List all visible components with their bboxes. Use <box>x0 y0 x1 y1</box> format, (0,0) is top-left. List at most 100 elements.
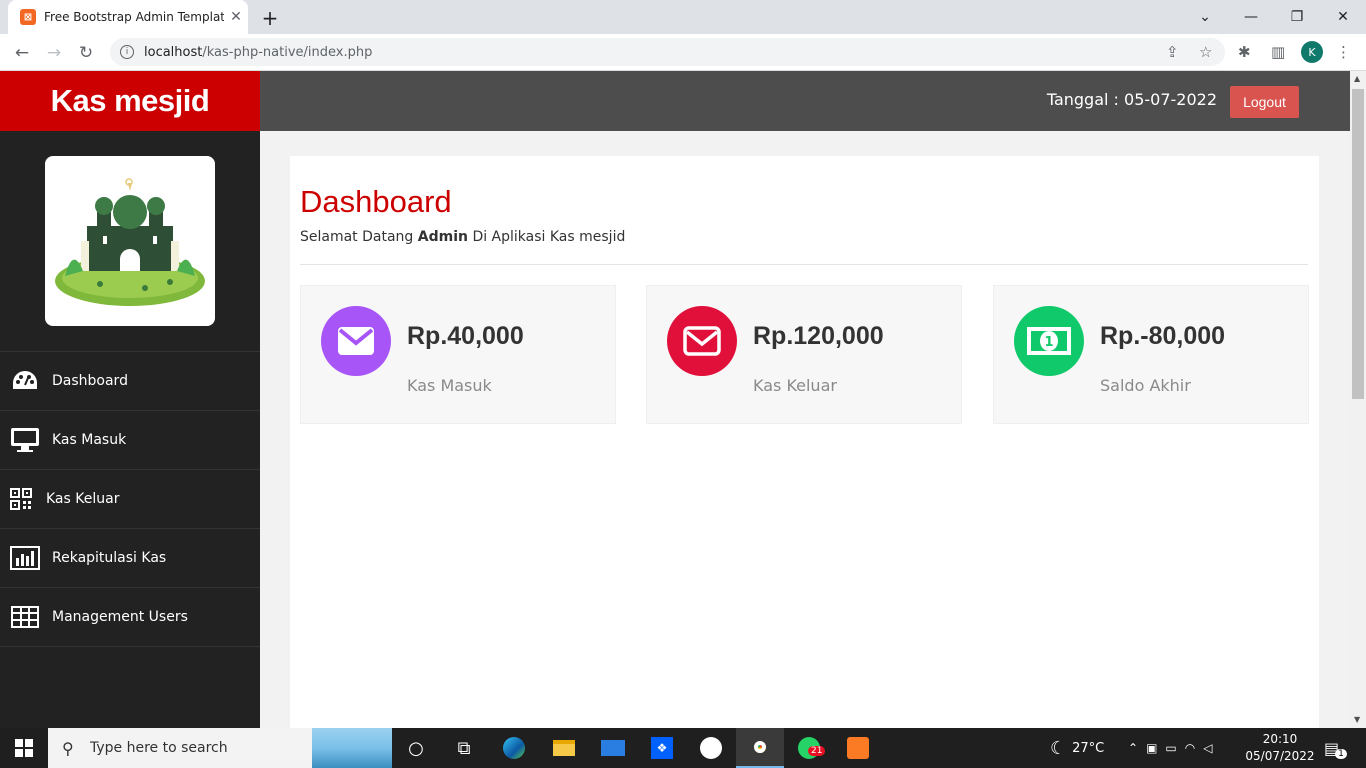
windows-taskbar: ⚲ Type here to search ○ ⧉ ❖ 21 ☾ 27°C ⌃ ▣… <box>0 728 1366 768</box>
minimize-icon[interactable]: — <box>1228 0 1274 34</box>
edge-icon[interactable] <box>490 728 538 768</box>
url-host: localhost <box>144 44 203 60</box>
wifi-icon[interactable]: ◠ <box>1185 741 1203 755</box>
taskbar-clock[interactable]: 20:10 05/07/2022 <box>1240 731 1320 765</box>
qrcode-icon <box>10 486 32 512</box>
weather-icon: ☾ <box>1050 737 1067 759</box>
whatsapp-badge: 21 <box>808 746 826 756</box>
notification-count: 1 <box>1335 749 1347 759</box>
desktop-icon <box>10 427 40 453</box>
money-icon: 1 <box>1014 306 1084 376</box>
tab-search-chevron-icon[interactable]: ⌄ <box>1182 0 1228 34</box>
card-amount: Rp.-80,000 <box>1100 322 1226 350</box>
welcome-text: Selamat Datang Admin Di Aplikasi Kas mes… <box>300 229 625 245</box>
page-title: Dashboard <box>300 184 452 219</box>
divider <box>300 264 1308 265</box>
app-hexagon-icon[interactable] <box>687 728 735 768</box>
restore-icon[interactable]: ❐ <box>1274 0 1320 34</box>
volume-icon[interactable]: ◁ <box>1203 741 1220 755</box>
taskbar-search[interactable]: ⚲ Type here to search <box>48 728 392 768</box>
search-placeholder: Type here to search <box>90 740 228 756</box>
file-explorer-icon[interactable] <box>540 728 588 768</box>
sidebar-item-label: Management Users <box>52 609 188 625</box>
page-scrollbar[interactable]: ▲ ▼ <box>1350 71 1366 728</box>
card-kas-masuk: Rp.40,000 Kas Masuk <box>300 285 616 424</box>
dropbox-icon[interactable]: ❖ <box>638 728 686 768</box>
card-label: Kas Masuk <box>407 376 492 395</box>
scroll-down-icon[interactable]: ▼ <box>1354 715 1360 724</box>
task-view-icon[interactable]: ⧉ <box>440 728 488 768</box>
browser-toolbar: ← → ↻ i localhost/kas-php-native/index.p… <box>0 34 1366 71</box>
mosque-logo <box>45 156 215 326</box>
brand-title[interactable]: Kas mesjid <box>0 71 260 131</box>
whatsapp-icon[interactable]: 21 <box>785 728 833 768</box>
top-navbar: Tanggal : 05-07-2022 Logout <box>260 71 1350 131</box>
browser-tab[interactable]: ⊠ Free Bootstrap Admin Template : ✕ <box>8 0 248 34</box>
mail-icon[interactable] <box>589 728 637 768</box>
sidebar-item-label: Dashboard <box>52 373 128 389</box>
clock-date: 05/07/2022 <box>1245 749 1315 763</box>
browser-menu-icon[interactable]: ⋮ <box>1336 43 1351 61</box>
bar-chart-icon <box>10 545 40 571</box>
card-label: Saldo Akhir <box>1100 376 1191 395</box>
browser-tab-strip: ⊠ Free Bootstrap Admin Template : ✕ + ⌄ … <box>0 0 1366 34</box>
windows-start-icon[interactable] <box>0 728 48 768</box>
card-kas-keluar: Rp.120,000 Kas Keluar <box>646 285 962 424</box>
welcome-user: Admin <box>417 229 468 245</box>
card-amount: Rp.40,000 <box>407 322 524 350</box>
welcome-prefix: Selamat Datang <box>300 229 414 245</box>
logout-button[interactable]: Logout <box>1230 86 1299 118</box>
forward-icon[interactable]: → <box>41 40 67 66</box>
weather-temp: 27°C <box>1072 740 1105 756</box>
address-bar[interactable]: i localhost/kas-php-native/index.php <box>110 38 1225 66</box>
weather-widget[interactable]: ☾ 27°C <box>1050 728 1104 768</box>
site-info-icon[interactable]: i <box>120 45 134 59</box>
sidebar-item-label: Rekapitulasi Kas <box>52 550 167 566</box>
sidebar-item-kas-keluar[interactable]: Kas Keluar <box>0 470 260 529</box>
new-tab-icon[interactable]: + <box>258 6 282 30</box>
system-tray-icons[interactable]: ⌃ ▣ ▭ ◠ ◁ <box>1128 728 1220 768</box>
scrollbar-thumb[interactable] <box>1352 89 1364 399</box>
sidebar-item-rekapitulasi[interactable]: Rekapitulasi Kas <box>0 529 260 588</box>
window-close-icon[interactable]: ✕ <box>1320 0 1366 34</box>
app-viewport: Kas mesjid Tanggal : 05-07-2022 Logout D… <box>0 71 1350 728</box>
sidebar-item-dashboard[interactable]: Dashboard <box>0 352 260 411</box>
search-icon: ⚲ <box>62 738 74 758</box>
sidebar-item-management-users[interactable]: Management Users <box>0 588 260 647</box>
card-saldo-akhir: 1 Rp.-80,000 Saldo Akhir <box>993 285 1309 424</box>
scroll-up-icon[interactable]: ▲ <box>1354 74 1360 83</box>
dashboard-panel: Dashboard Selamat Datang Admin Di Aplika… <box>290 156 1319 728</box>
card-amount: Rp.120,000 <box>753 322 884 350</box>
back-icon[interactable]: ← <box>9 40 35 66</box>
meet-icon[interactable]: ▣ <box>1146 741 1165 755</box>
welcome-suffix: Di Aplikasi Kas mesjid <box>472 229 626 245</box>
tab-close-icon[interactable]: ✕ <box>224 9 248 25</box>
chrome-icon[interactable] <box>736 728 784 768</box>
dashboard-icon <box>10 368 40 394</box>
clock-time: 20:10 <box>1262 732 1298 746</box>
side-panel-icon[interactable]: ▥ <box>1271 43 1285 61</box>
search-highlight-image <box>312 728 392 768</box>
notification-icon[interactable]: ▤ 1 <box>1324 728 1347 768</box>
bookmark-star-icon[interactable]: ☆ <box>1199 43 1212 61</box>
cortana-icon[interactable]: ○ <box>392 728 440 768</box>
share-icon[interactable]: ⇪ <box>1166 43 1179 61</box>
table-icon <box>10 604 40 630</box>
card-label: Kas Keluar <box>753 376 837 395</box>
sidebar-item-label: Kas Masuk <box>52 432 127 448</box>
tab-title: Free Bootstrap Admin Template : <box>44 10 224 24</box>
envelope-icon <box>667 306 737 376</box>
tray-chevron-icon[interactable]: ⌃ <box>1128 741 1146 755</box>
reload-icon[interactable]: ↻ <box>73 40 99 66</box>
sidebar-item-label: Kas Keluar <box>46 491 120 507</box>
extensions-icon[interactable]: ✱ <box>1238 43 1251 61</box>
sidebar-item-kas-masuk[interactable]: Kas Masuk <box>0 411 260 470</box>
profile-avatar[interactable]: K <box>1301 41 1323 63</box>
svg-text:1: 1 <box>1044 335 1053 350</box>
date-label: Tanggal : 05-07-2022 <box>1046 90 1217 109</box>
battery-icon[interactable]: ▭ <box>1165 741 1184 755</box>
xampp-icon[interactable] <box>834 728 882 768</box>
envelope-icon <box>321 306 391 376</box>
sidebar-menu: Dashboard Kas Masuk Kas Keluar Rekapitul… <box>0 351 260 647</box>
url-path: /kas-php-native/index.php <box>202 44 373 60</box>
